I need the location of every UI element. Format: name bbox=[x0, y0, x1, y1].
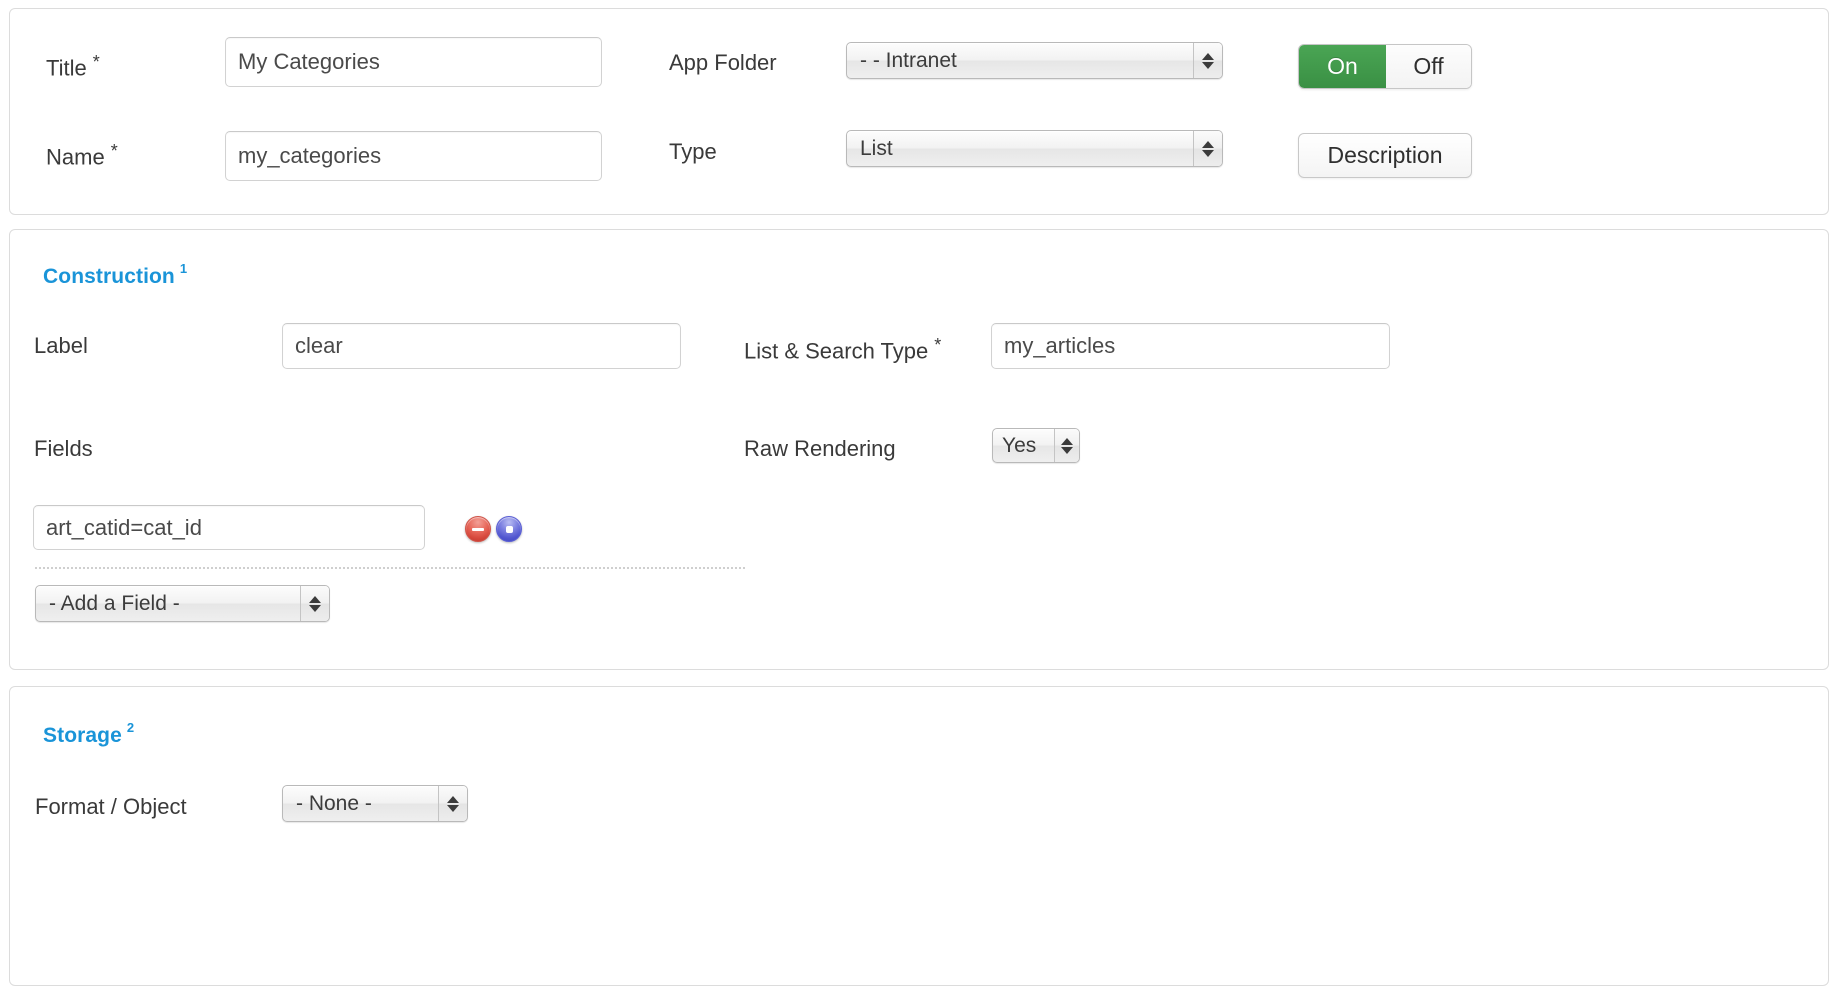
app-folder-label: App Folder bbox=[669, 50, 777, 75]
header-panel: Title* Name* App Folder - - Intranet Typ… bbox=[9, 8, 1829, 215]
construction-label-label: Label bbox=[34, 333, 88, 358]
add-field-select-value: - Add a Field - bbox=[49, 591, 180, 615]
remove-field-icon[interactable] bbox=[465, 516, 491, 542]
chevron-updown-icon bbox=[438, 786, 467, 821]
construction-label-input[interactable] bbox=[282, 323, 681, 369]
construction-section-number: 1 bbox=[179, 261, 188, 276]
title-label-text: Title bbox=[46, 55, 87, 81]
format-object-label: Format / Object bbox=[35, 794, 187, 819]
storage-section-title-text: Storage bbox=[43, 724, 122, 747]
toggle-off-segment[interactable]: Off bbox=[1385, 45, 1471, 88]
format-object-select-value: - None - bbox=[296, 791, 372, 815]
fields-label: Fields bbox=[34, 436, 93, 461]
name-required-marker: * bbox=[110, 141, 118, 161]
list-search-type-required-marker: * bbox=[934, 335, 942, 355]
add-field-select[interactable]: - Add a Field - bbox=[35, 585, 330, 622]
app-folder-select[interactable]: - - Intranet bbox=[846, 42, 1223, 79]
app-folder-select-value: - - Intranet bbox=[860, 48, 957, 72]
name-label: Name * bbox=[46, 141, 118, 168]
type-label: Type bbox=[669, 139, 717, 164]
title-input[interactable] bbox=[225, 37, 602, 87]
title-required-marker: * bbox=[92, 52, 100, 72]
construction-panel: Construction1 Label List & Search Type* … bbox=[9, 229, 1829, 670]
chevron-updown-icon bbox=[1054, 429, 1079, 462]
title-label: Title * bbox=[46, 52, 100, 79]
chevron-updown-icon bbox=[1193, 43, 1222, 78]
fields-divider bbox=[35, 567, 745, 569]
construction-section-title[interactable]: Construction 1 bbox=[43, 261, 188, 289]
format-object-select[interactable]: - None - bbox=[282, 785, 468, 822]
enabled-toggle[interactable]: On Off bbox=[1298, 44, 1472, 89]
field-options-icon[interactable] bbox=[496, 516, 522, 542]
list-search-type-label-text: List & Search Type bbox=[744, 338, 929, 364]
field-row-input[interactable] bbox=[33, 505, 425, 550]
chevron-updown-icon bbox=[1193, 131, 1222, 166]
raw-rendering-select[interactable]: Yes bbox=[992, 428, 1080, 463]
storage-section-title[interactable]: Storage 2 bbox=[43, 720, 135, 748]
description-button[interactable]: Description bbox=[1298, 133, 1472, 178]
name-input[interactable] bbox=[225, 131, 602, 181]
raw-rendering-select-value: Yes bbox=[1002, 433, 1037, 457]
list-search-type-input[interactable] bbox=[991, 323, 1390, 369]
form-page: Title* Name* App Folder - - Intranet Typ… bbox=[0, 0, 1838, 988]
chevron-updown-icon bbox=[300, 586, 329, 621]
raw-rendering-label: Raw Rendering bbox=[744, 436, 896, 461]
toggle-on-segment[interactable]: On bbox=[1299, 45, 1386, 88]
construction-section-title-text: Construction bbox=[43, 265, 175, 288]
type-select[interactable]: List bbox=[846, 130, 1223, 167]
storage-section-number: 2 bbox=[126, 720, 135, 735]
list-search-type-label: List & Search Type * bbox=[744, 335, 941, 362]
name-label-text: Name bbox=[46, 144, 105, 170]
storage-panel: Storage 2 Format / Object - None - bbox=[9, 686, 1829, 986]
type-select-value: List bbox=[860, 136, 893, 160]
